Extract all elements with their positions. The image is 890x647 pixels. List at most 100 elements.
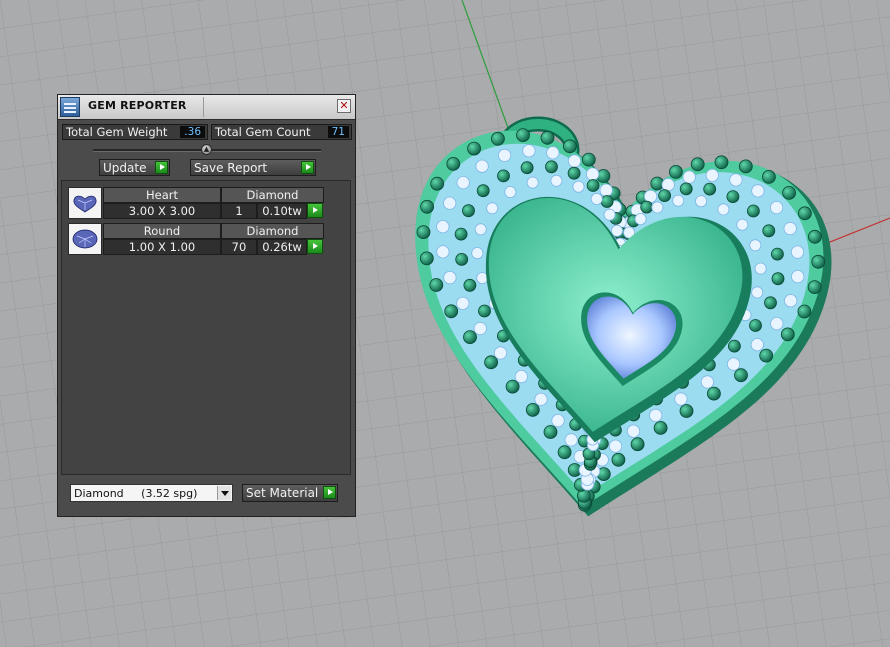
pave-stone <box>754 262 767 275</box>
prong-bead <box>430 176 445 191</box>
prong-bead <box>545 160 558 174</box>
pave-stone <box>504 186 517 199</box>
pave-stone <box>784 294 798 308</box>
pave-stone <box>726 357 741 371</box>
pave-stone <box>493 346 508 360</box>
gem-row[interactable]: Heart Diamond 3.00 X 3.00 1 0.10tw <box>68 187 326 219</box>
pave-stone <box>700 375 715 389</box>
prong-bead <box>690 157 705 172</box>
gem-count: 70 <box>221 239 257 255</box>
pave-stone <box>608 439 623 453</box>
total-gem-weight: Total Gem Weight .36 <box>62 124 208 140</box>
pave-stone <box>572 180 585 193</box>
prong-bead <box>771 247 784 261</box>
pave-stone <box>791 269 805 284</box>
prong-bead <box>557 445 572 460</box>
pave-stone <box>471 247 484 260</box>
prong-bead <box>759 348 774 363</box>
update-button[interactable]: Update <box>99 159 170 176</box>
pave-stone <box>599 183 613 197</box>
prong-bead <box>463 278 477 292</box>
prong-bead <box>497 169 510 183</box>
prong-bead <box>797 304 812 319</box>
material-select-value: Diamond (3.52 spg) <box>74 487 198 500</box>
total-gem-count-label: Total Gem Count <box>215 125 311 139</box>
prong-bead <box>782 185 796 200</box>
pave-stone <box>634 212 647 225</box>
play-arrow-icon <box>155 161 168 174</box>
round-gem-icon <box>68 223 102 255</box>
gem-material: Diamond <box>221 187 324 203</box>
panel-slider-knob[interactable]: ▲ <box>201 144 212 155</box>
pave-stone <box>749 239 762 252</box>
prong-bead <box>516 128 530 143</box>
pave-stone <box>497 148 512 162</box>
pave-stone <box>514 369 528 384</box>
pave-stone <box>751 184 765 198</box>
pave-stone <box>674 392 688 406</box>
pave-stone <box>649 408 663 422</box>
set-material-button[interactable]: Set Material <box>242 484 338 502</box>
select-gem-arrow-icon[interactable] <box>307 239 323 254</box>
pave-stone <box>590 192 603 205</box>
pave-stone <box>750 338 764 352</box>
material-select[interactable]: Diamond (3.52 spg) <box>70 484 233 502</box>
title-separator <box>203 97 204 117</box>
prong-bead <box>463 330 477 345</box>
prong-bead <box>455 252 469 266</box>
prong-bead <box>780 327 795 342</box>
prong-bead <box>669 164 683 179</box>
prong-bead <box>540 130 555 145</box>
gem-shape: Heart <box>103 187 221 203</box>
prong-bead <box>798 206 812 221</box>
pave-stone <box>475 159 489 173</box>
prong-bead <box>478 304 491 318</box>
prong-bead <box>726 190 740 204</box>
pave-stone <box>436 220 450 234</box>
save-report-button-label: Save Report <box>194 161 268 175</box>
prong-bead <box>454 227 468 241</box>
prong-bead <box>419 251 434 266</box>
gem-row[interactable]: Round Diamond 1.00 X 1.00 70 0.26tw <box>68 223 326 255</box>
total-gem-weight-value: .36 <box>180 126 205 138</box>
save-report-button[interactable]: Save Report <box>190 159 316 176</box>
pave-stone <box>486 202 499 215</box>
prong-bead <box>679 404 694 418</box>
pave-stone <box>717 203 730 216</box>
total-gem-count-value: 71 <box>327 126 349 138</box>
prong-bead <box>747 204 760 218</box>
gem-reporter-app-icon <box>60 97 80 117</box>
prong-bead <box>738 159 753 174</box>
gem-material: Diamond <box>221 223 324 239</box>
pave-stone <box>443 270 457 285</box>
total-gem-count: Total Gem Count 71 <box>211 124 352 140</box>
pave-stone <box>751 286 764 299</box>
pave-stone <box>682 170 696 184</box>
pave-stone <box>550 174 563 187</box>
chevron-down-icon[interactable] <box>217 486 231 500</box>
pave-stone <box>705 168 719 182</box>
prong-bead <box>749 319 762 332</box>
title-bar[interactable]: GEM REPORTER ✕ <box>58 95 355 120</box>
pave-stone <box>564 433 578 447</box>
pave-stone <box>672 194 685 207</box>
gem-size: 3.00 X 3.00 <box>103 203 221 219</box>
close-icon[interactable]: ✕ <box>337 99 351 113</box>
gem-size: 1.00 X 1.00 <box>103 239 221 255</box>
prong-bead <box>714 155 729 170</box>
prong-bead <box>679 182 693 196</box>
pave-stone <box>611 224 624 237</box>
prong-bead <box>707 386 721 401</box>
pave-stone <box>546 146 560 160</box>
pave-stone <box>585 167 600 181</box>
prong-bead <box>658 189 671 203</box>
pave-stone <box>661 178 675 192</box>
prong-bead <box>420 199 435 214</box>
prong-bead <box>520 161 534 175</box>
select-gem-arrow-icon[interactable] <box>307 203 323 218</box>
pave-stone <box>456 296 470 310</box>
prong-bead <box>807 280 822 295</box>
prong-bead <box>416 225 431 240</box>
pave-stone <box>695 195 708 208</box>
pave-stone <box>522 144 536 158</box>
